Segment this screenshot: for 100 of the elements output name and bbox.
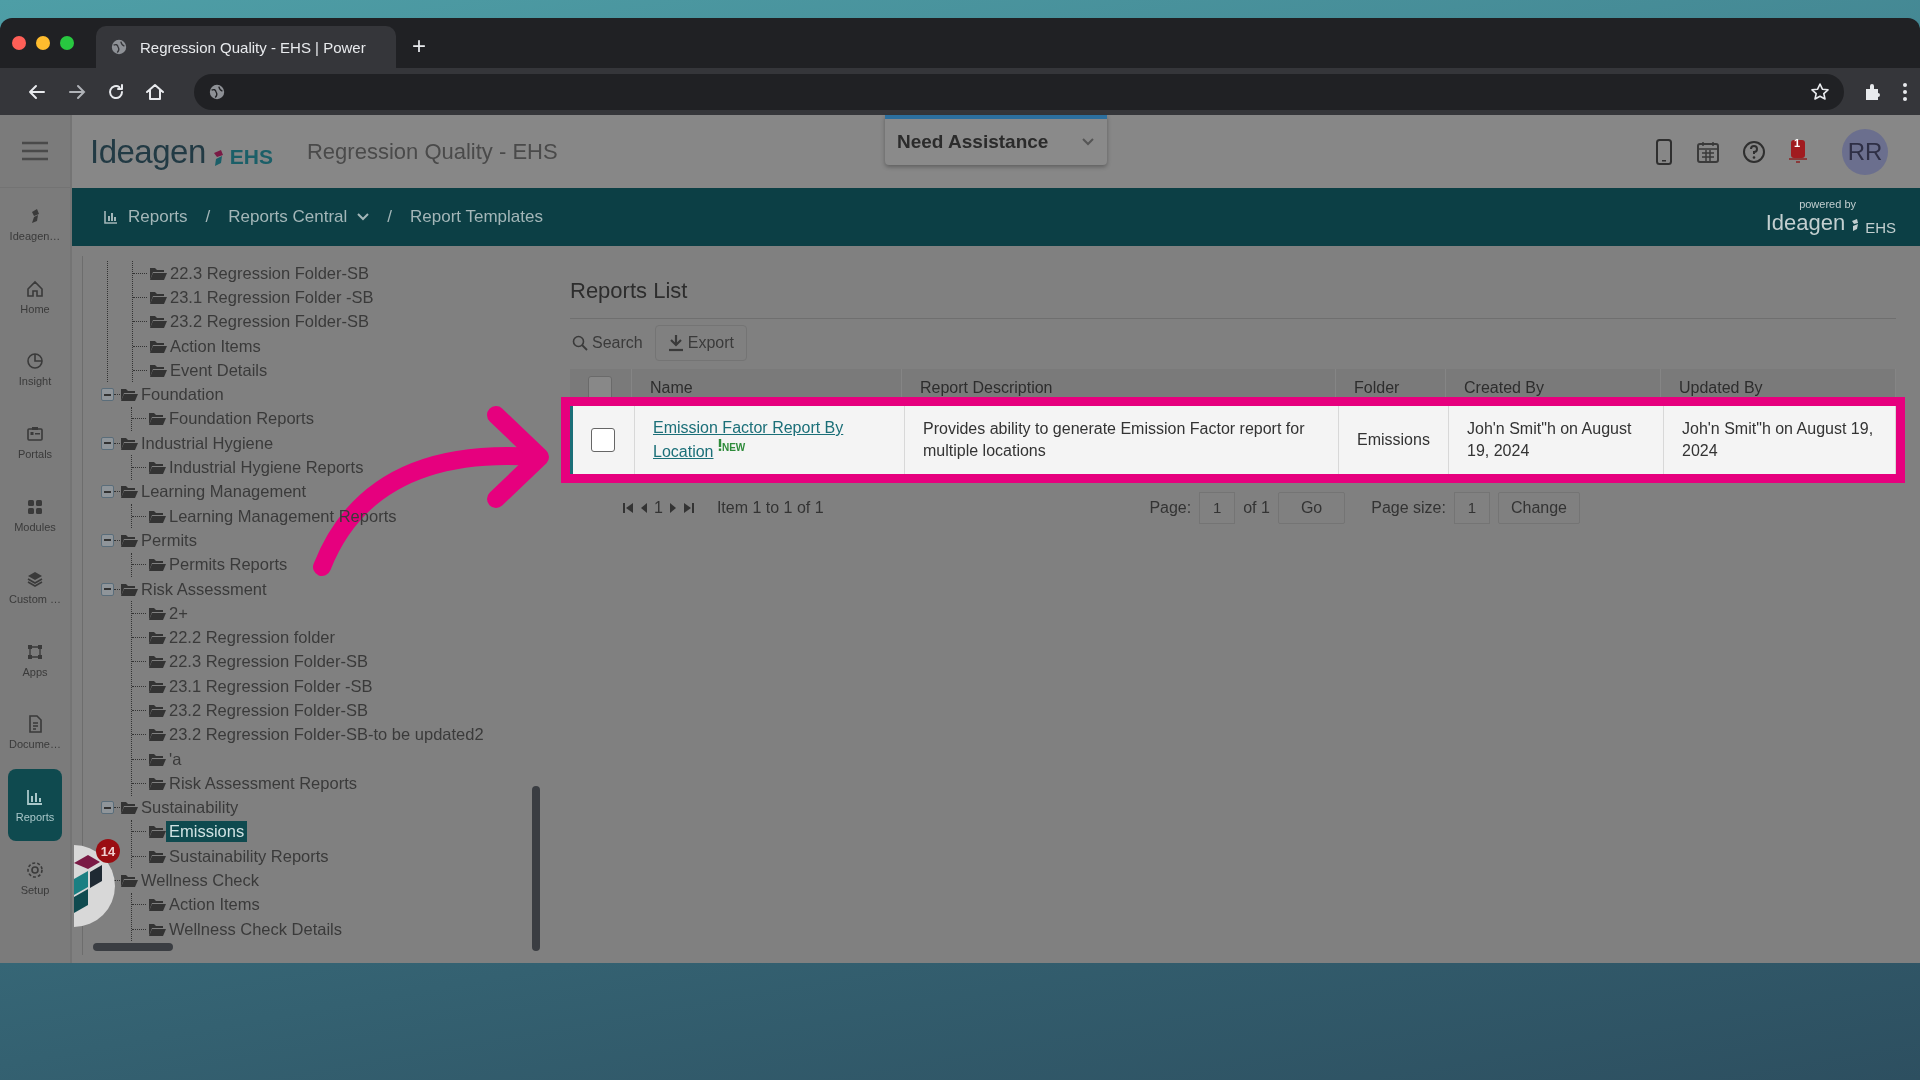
rail-item[interactable]: Custom … [4,550,66,624]
assistance-dropdown[interactable]: Need Assistance [885,114,1107,165]
folder-icon [149,338,167,354]
tree-item[interactable]: Sustainability Reports [166,845,332,867]
collapse-toggle[interactable] [101,388,114,402]
tree-item[interactable]: Event Details [167,359,271,381]
rail-item[interactable]: Insight [4,333,66,406]
breadcrumb-link[interactable]: Report Templates [410,207,543,227]
folder-icon [149,362,167,378]
tree-item[interactable]: Action Items [167,335,264,357]
tree-item[interactable]: 22.3 Regression Folder-SB [167,262,372,284]
tree-item[interactable]: Foundation Reports [166,408,317,430]
tree-item[interactable]: Wellness Check [138,870,262,892]
star-icon [1810,81,1830,102]
folder-icon [148,508,166,524]
rail-item[interactable]: Reports [8,768,62,842]
tree-item[interactable]: Learning Management [138,481,310,503]
tree-item[interactable]: Permits [138,529,200,551]
rail-item[interactable]: Ideagen… [4,188,66,261]
folder-icon [148,703,166,718]
tree-item[interactable]: Wellness Check Details [166,918,345,940]
scrollbar[interactable] [93,943,173,951]
notification-icon[interactable]: 1 [1788,138,1808,165]
folder-icon [148,775,166,791]
breadcrumb-separator: / [205,207,211,227]
tree-item[interactable]: Industrial Hygiene Reports [166,457,367,478]
column-header: Report Description [920,378,1053,397]
folder-icon [149,314,167,330]
report-link[interactable]: Emission Factor Report By Location $^{NEW}$ [653,417,886,463]
tree-item[interactable]: 23.2 Regression Folder-SB [166,700,371,721]
select-all-checkbox[interactable] [588,375,612,400]
folder-icon [148,751,166,767]
collapse-toggle[interactable] [101,533,114,547]
logo-text: Ideagen [1765,210,1846,236]
tree-item[interactable]: Action Items [166,894,263,916]
new-tab-button[interactable]: + [412,32,426,60]
bar-chart-icon [25,787,45,808]
phone-icon [1654,137,1674,166]
window-control[interactable] [60,36,74,50]
rail-item[interactable]: Portals [4,405,66,479]
tree-item[interactable]: Risk Assessment [138,578,270,600]
folder-icon [148,557,166,573]
current-page: 1 [654,498,663,517]
tree-item[interactable]: 23.1 Regression Folder -SB [167,286,377,308]
tree-item[interactable]: Industrial Hygiene [138,432,277,454]
tree-item[interactable]: Foundation [138,384,227,406]
browser-tab[interactable]: Regression Quality - EHS | Power [96,26,396,68]
page-label: Page: [1149,498,1192,517]
home-icon [25,278,45,299]
rail-item[interactable]: Home [4,260,66,334]
go-button[interactable]: Go [1277,491,1346,524]
rail-item[interactable]: Modules [4,478,66,551]
export-button[interactable]: Export [654,325,747,361]
caret-icon [357,213,370,221]
tree-item[interactable]: 22.2 Regression folder [166,627,338,649]
logo-text: EHS [229,144,273,169]
column-header: Created By [1464,378,1545,397]
column-header: Name [650,378,693,397]
section-title: Reports List [570,278,1896,319]
tree-item[interactable]: Emissions [166,821,248,843]
row-checkbox[interactable] [591,427,615,452]
folder-icon [148,921,166,937]
tree-item[interactable]: 22.3 Regression Folder-SB [166,651,371,673]
help-icon [1742,139,1766,164]
tree-item[interactable]: 'a [166,748,185,770]
tree-item[interactable]: 23.2 Regression Folder-SB [167,311,372,333]
globe-icon [110,38,128,56]
rail-item[interactable]: Setup [4,841,66,914]
tree-item[interactable]: 23.2 Regression Folder-SB-to be updated2 [166,724,487,746]
rail-item[interactable]: Docume… [4,696,66,769]
window-control[interactable] [36,36,50,50]
settings-icon [25,859,45,880]
collapse-toggle[interactable] [101,801,114,815]
tree-item[interactable]: Permits Reports [166,554,291,576]
folder-icon [148,727,166,743]
page-size-field[interactable]: 1 [1453,491,1490,524]
tree-item[interactable]: 23.1 Regression Folder -SB [166,675,376,697]
search-button[interactable]: Search [570,328,645,358]
page-size-label: Page size: [1371,498,1446,517]
app-title: Regression Quality - EHS [307,138,558,165]
collapse-toggle[interactable] [101,582,114,596]
collapse-toggle[interactable] [101,436,114,450]
collapse-toggle[interactable] [101,485,114,499]
change-button[interactable]: Change [1497,491,1580,524]
first-page-icon [622,501,634,514]
folder-icon [149,265,167,281]
folder-icon [148,605,166,621]
user-avatar[interactable]: RR [1842,128,1888,175]
breadcrumb-link[interactable]: Reports [104,207,188,227]
tree-item[interactable]: 2+ [166,602,191,624]
download-icon [667,334,684,352]
rail-item[interactable]: Apps [4,623,66,697]
tree-item[interactable]: Sustainability [138,797,242,819]
menu-icon [1902,81,1908,102]
breadcrumb-link[interactable]: Reports Central [228,207,370,227]
window-control[interactable] [12,36,26,50]
menu-icon [20,140,50,162]
page-field[interactable]: 1 [1199,491,1236,524]
tree-item[interactable]: Risk Assessment Reports [166,772,360,794]
scrollbar[interactable] [532,786,540,951]
